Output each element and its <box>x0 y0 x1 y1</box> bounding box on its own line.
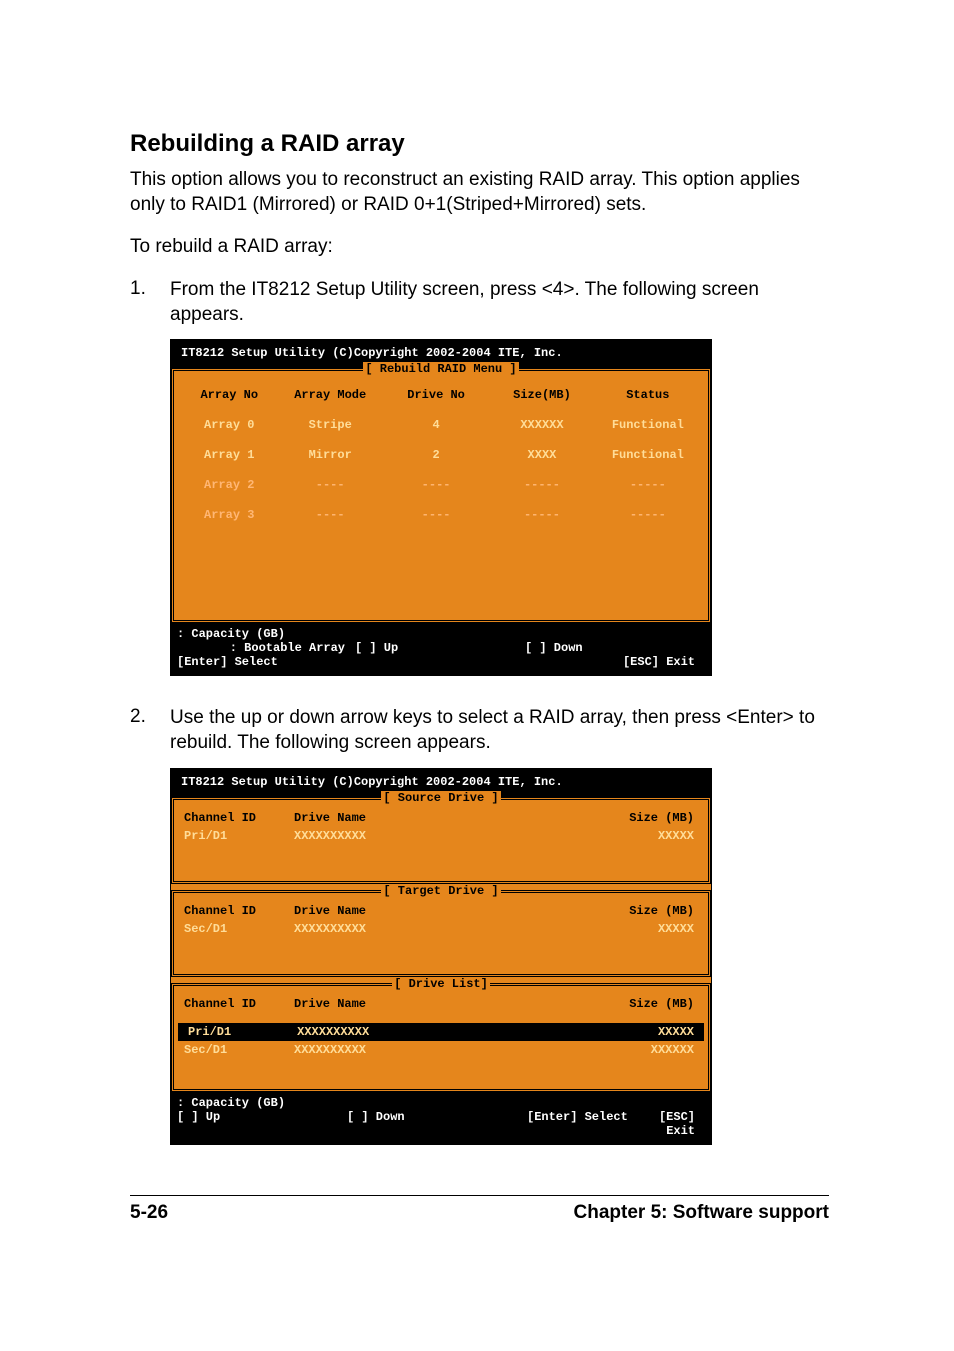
cell: Array 2 <box>180 478 278 492</box>
footer-down[interactable]: [ ] Down <box>525 641 705 655</box>
col-size-mb: Size (MB) <box>594 997 694 1011</box>
cell: ---- <box>278 508 381 522</box>
cell: Functional <box>594 418 702 432</box>
bios-footer-bar: : Capacity (GB) [ ] Up [ ] Down [Enter] … <box>171 1092 711 1144</box>
intro-paragraph: This option allows you to reconstruct an… <box>130 168 829 217</box>
col-channel-id: Channel ID <box>184 811 294 825</box>
col-drive-no: Drive No <box>382 388 490 402</box>
cell: XXXXX <box>594 829 694 843</box>
step-1: 1. From the IT8212 Setup Utility screen,… <box>130 278 829 327</box>
cell: XXXXXXXXXX <box>294 922 594 936</box>
cell: Sec/D1 <box>184 1043 294 1057</box>
cell: Pri/D1 <box>184 829 294 843</box>
cell: Stripe <box>278 418 381 432</box>
bios-footer-bar: : Capacity (GB) : Bootable Array [ ] Up … <box>171 623 711 675</box>
section-heading: Rebuilding a RAID array <box>130 130 829 158</box>
col-size-mb: Size (MB) <box>594 811 694 825</box>
cell: ----- <box>490 478 593 492</box>
target-drive-row: Sec/D1 XXXXXXXXXX XXXXX <box>174 920 708 938</box>
cell: Array 1 <box>180 448 278 462</box>
cell: Mirror <box>278 448 381 462</box>
footer-spacer <box>347 1096 527 1110</box>
cell: XXXXXX <box>594 1043 694 1057</box>
cell: XXXX <box>490 448 593 462</box>
footer-exit[interactable]: [ESC] Exit <box>647 1110 705 1138</box>
cell: XXXXXXXXXX <box>294 829 594 843</box>
col-drive-name: Drive Name <box>294 811 594 825</box>
bios-screen-rebuild-menu: IT8212 Setup Utility (C)Copyright 2002-2… <box>170 339 712 676</box>
cell: Array 0 <box>180 418 278 432</box>
footer-spacer <box>527 627 647 641</box>
cell: XXXXXXXXXX <box>294 1043 594 1057</box>
col-channel-id: Channel ID <box>184 997 294 1011</box>
cell: ---- <box>382 478 490 492</box>
col-array-mode: Array Mode <box>278 388 381 402</box>
col-drive-name: Drive Name <box>294 904 594 918</box>
page-number: 5-26 <box>130 1202 168 1224</box>
col-channel-id: Channel ID <box>184 904 294 918</box>
footer-up[interactable]: [ ] Up <box>177 1110 347 1138</box>
table-row[interactable]: Array 1 Mirror 2 XXXX Functional <box>174 440 708 470</box>
step-number: 1. <box>130 278 170 327</box>
table-header-row: Array No Array Mode Drive No Size(MB) St… <box>174 380 708 410</box>
step-2: 2. Use the up or down arrow keys to sele… <box>130 706 829 755</box>
source-drive-row: Pri/D1 XXXXXXXXXX XXXXX <box>174 827 708 845</box>
cell: Functional <box>594 448 702 462</box>
footer-select[interactable]: [Enter] Select <box>527 1110 647 1138</box>
cell: ---- <box>382 508 490 522</box>
target-drive-title: [ Target Drive ] <box>174 884 708 898</box>
cell: ----- <box>594 508 702 522</box>
footer-spacer <box>527 1096 647 1110</box>
footer-select[interactable]: [Enter] Select <box>177 655 297 669</box>
footer-bootable: : Bootable Array <box>177 641 355 655</box>
cell: 4 <box>382 418 490 432</box>
step-text: From the IT8212 Setup Utility screen, pr… <box>170 278 829 327</box>
cell: Pri/D1 <box>188 1025 297 1039</box>
footer-spacer <box>347 627 527 641</box>
target-header-row: Channel ID Drive Name Size (MB) <box>174 902 708 920</box>
cell: XXXXXX <box>490 418 593 432</box>
cell: ----- <box>594 478 702 492</box>
footer-capacity: : Capacity (GB) <box>177 627 347 641</box>
footer-spacer <box>647 1096 705 1110</box>
page-footer: 5-26 Chapter 5: Software support <box>130 1195 829 1224</box>
table-row[interactable]: Array 3 ---- ---- ----- ----- <box>174 500 708 530</box>
col-drive-name: Drive Name <box>294 997 594 1011</box>
col-array-no: Array No <box>180 388 278 402</box>
step-number: 2. <box>130 706 170 755</box>
chapter-title: Chapter 5: Software support <box>574 1202 829 1224</box>
cell: XXXXX <box>594 922 694 936</box>
bios-screen-drive-list: IT8212 Setup Utility (C)Copyright 2002-2… <box>170 768 712 1145</box>
drive-list-row-selected[interactable]: Pri/D1 XXXXXXXXXX XXXXX <box>178 1023 704 1041</box>
cell: XXXXX <box>595 1025 694 1039</box>
col-size-mb: Size(MB) <box>490 388 593 402</box>
footer-capacity: : Capacity (GB) <box>177 1096 347 1110</box>
drive-list-row[interactable]: Sec/D1 XXXXXXXXXX XXXXXX <box>174 1041 708 1059</box>
col-status: Status <box>594 388 702 402</box>
drive-list-header-row: Channel ID Drive Name Size (MB) <box>174 995 708 1013</box>
cell: ---- <box>278 478 381 492</box>
cell: XXXXXXXXXX <box>297 1025 595 1039</box>
source-drive-title: [ Source Drive ] <box>174 791 708 805</box>
cell: ----- <box>490 508 593 522</box>
footer-up[interactable]: [ ] Up <box>355 641 525 655</box>
footer-down[interactable]: [ ] Down <box>347 1110 527 1138</box>
col-size-mb: Size (MB) <box>594 904 694 918</box>
cell: 2 <box>382 448 490 462</box>
source-header-row: Channel ID Drive Name Size (MB) <box>174 809 708 827</box>
footer-exit[interactable]: [ESC] Exit <box>297 655 705 669</box>
preamble-text: To rebuild a RAID array: <box>130 235 829 260</box>
table-row[interactable]: Array 2 ---- ---- ----- ----- <box>174 470 708 500</box>
drive-list-title: [ Drive List] <box>174 977 708 991</box>
table-row[interactable]: Array 0 Stripe 4 XXXXXX Functional <box>174 410 708 440</box>
step-text: Use the up or down arrow keys to select … <box>170 706 829 755</box>
cell: Array 3 <box>180 508 278 522</box>
cell: Sec/D1 <box>184 922 294 936</box>
menu-title: [ Rebuild RAID Menu ] <box>174 362 708 376</box>
